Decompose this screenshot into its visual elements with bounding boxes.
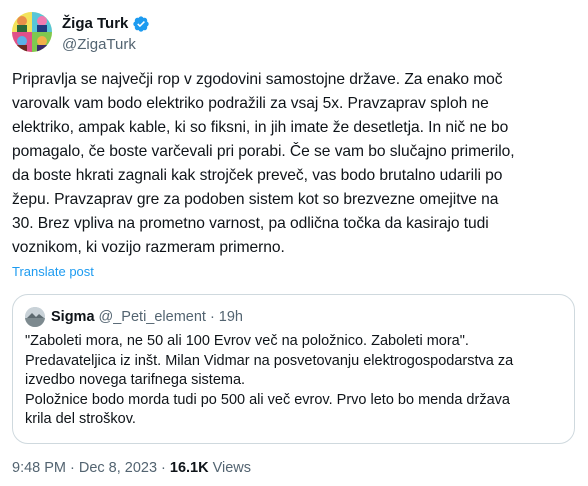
quoted-tweet[interactable]: Sigma @_Peti_element · 19h "Zaboleti mor… <box>12 294 575 444</box>
popart-portrait-icon <box>12 12 52 52</box>
separator-dot: · <box>70 460 75 476</box>
quoted-tweet-text: "Zaboleti mora, ne 50 ali 100 Evrov več … <box>25 333 514 427</box>
tweet-meta: 9:48 PM · Dec 8, 2023 · 16.1K Views <box>12 458 251 478</box>
quoted-author-name[interactable]: Sigma <box>51 308 95 326</box>
tweet-text: Pripravlja se največji rop v zgodovini s… <box>12 71 515 256</box>
landscape-avatar-icon <box>25 307 45 327</box>
author-handle[interactable]: @ZigaTurk <box>62 35 136 55</box>
translate-post-link[interactable]: Translate post <box>12 263 94 281</box>
author-name-row: Žiga Turk <box>62 14 150 34</box>
separator-dot: · <box>161 460 166 476</box>
quoted-timestamp[interactable]: 19h <box>219 308 243 326</box>
views-count: 16.1K <box>169 460 209 476</box>
tweet-date[interactable]: Dec 8, 2023 <box>79 458 157 478</box>
tweet-time[interactable]: 9:48 PM <box>12 458 66 478</box>
tweet: Žiga Turk @ZigaTurk Pripravlja se največ… <box>0 0 588 486</box>
separator-dot: · <box>209 309 215 325</box>
author-avatar[interactable] <box>12 12 52 52</box>
verified-badge-icon[interactable] <box>132 15 150 33</box>
views-label: Views <box>212 460 252 476</box>
quoted-tweet-header: Sigma @_Peti_element · 19h <box>25 307 243 327</box>
author-display-name[interactable]: Žiga Turk <box>62 14 128 34</box>
quoted-author-handle[interactable]: @_Peti_element <box>99 308 206 326</box>
quoted-author-avatar[interactable] <box>25 307 45 327</box>
